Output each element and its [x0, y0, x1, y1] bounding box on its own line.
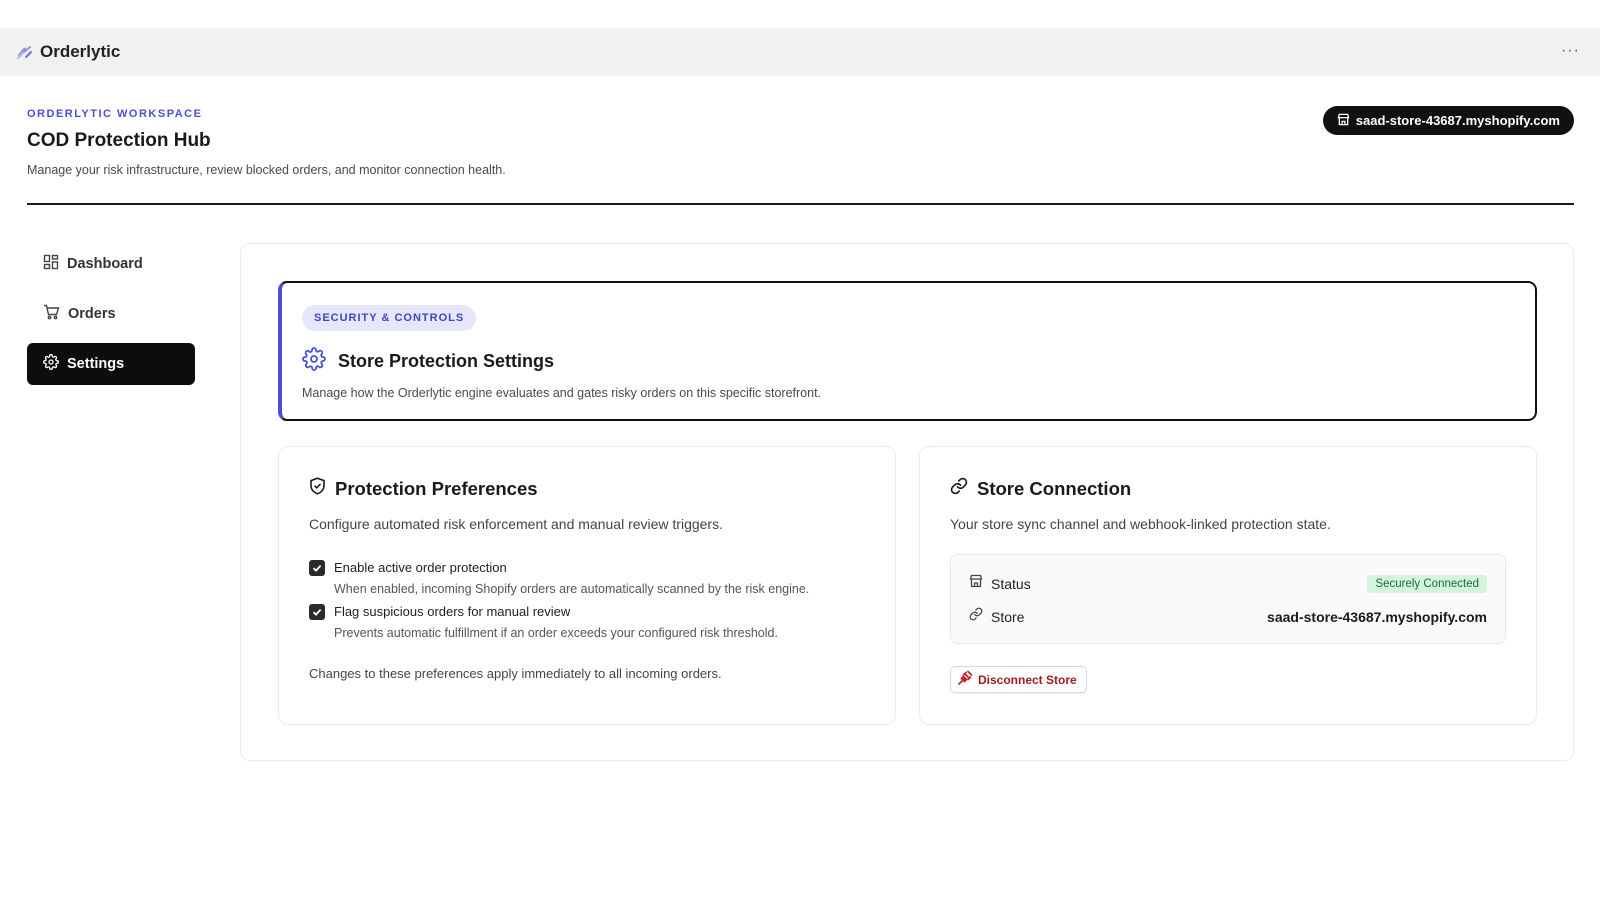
store-label: Store [991, 608, 1025, 625]
section-subtitle: Manage how the Orderlytic engine evaluat… [302, 386, 822, 400]
active-protection-checkbox[interactable] [309, 560, 325, 576]
store-connection-card: Store Connection Your store sync channel… [919, 446, 1537, 725]
disconnect-store-label: Disconnect Store [978, 672, 1077, 687]
manual-review-checkbox[interactable] [309, 604, 325, 620]
header-divider [27, 203, 1574, 205]
status-row: Status Securely Connected [969, 567, 1487, 600]
store-icon [969, 574, 983, 593]
sidebar-nav: Dashboard Orders Settings [27, 243, 195, 393]
connection-details: Status Securely Connected Store saad-sto… [950, 554, 1506, 644]
sidebar-item-label: Dashboard [67, 256, 143, 272]
dashboard-icon [43, 254, 59, 274]
card-title: Store Connection [977, 477, 1132, 499]
store-domain-pill[interactable]: saad-store-43687.myshopify.com [1322, 106, 1574, 135]
option-label: Enable active order protection [334, 560, 507, 575]
top-bar: Orderlytic ··· [0, 28, 1600, 76]
preferences-note: Changes to these preferences apply immed… [309, 666, 722, 681]
link-icon [950, 477, 968, 500]
protection-preferences-card: Protection Preferences Configure automat… [278, 446, 896, 725]
sidebar-item-settings[interactable]: Settings [27, 343, 195, 385]
unplug-icon [957, 670, 973, 689]
option-description: When enabled, incoming Shopify orders ar… [334, 582, 810, 596]
link-icon [969, 607, 983, 626]
page-header: ORDERLYTIC WORKSPACE COD Protection Hub … [27, 106, 1574, 177]
sidebar-item-dashboard[interactable]: Dashboard [27, 243, 195, 285]
option-active-protection: Enable active order protection When enab… [309, 560, 865, 596]
card-title: Protection Preferences [335, 477, 538, 499]
sidebar-item-label: Settings [67, 356, 125, 372]
status-label: Status [991, 575, 1031, 592]
sidebar-item-label: Orders [68, 306, 116, 322]
gear-icon [302, 347, 326, 376]
settings-hero: SECURITY & CONTROLS Store Protection Set… [278, 281, 1537, 421]
orderlytic-logo-icon [16, 43, 34, 61]
more-options-icon[interactable]: ··· [1561, 42, 1580, 60]
option-manual-review: Flag suspicious orders for manual review… [309, 604, 865, 640]
disconnect-store-button[interactable]: Disconnect Store [950, 666, 1087, 693]
card-subtitle: Configure automated risk enforcement and… [309, 516, 723, 532]
section-title: Store Protection Settings [338, 351, 555, 371]
shield-check-icon [309, 477, 326, 500]
status-badge: Securely Connected [1367, 574, 1487, 593]
option-description: Prevents automatic fulfillment if an ord… [334, 626, 778, 640]
card-subtitle: Your store sync channel and webhook-link… [950, 516, 1331, 532]
gear-icon [43, 354, 59, 374]
store-pill-label: saad-store-43687.myshopify.com [1355, 113, 1560, 128]
page-subtitle: Manage your risk infrastructure, review … [27, 163, 506, 177]
store-row: Store saad-store-43687.myshopify.com [969, 600, 1487, 633]
cart-icon [43, 304, 60, 324]
store-icon [1337, 113, 1350, 129]
option-label: Flag suspicious orders for manual review [334, 604, 571, 619]
store-domain-value: saad-store-43687.myshopify.com [1267, 608, 1487, 625]
app-title: Orderlytic [40, 42, 121, 61]
sidebar-item-orders[interactable]: Orders [27, 293, 195, 335]
settings-panel: SECURITY & CONTROLS Store Protection Set… [240, 243, 1574, 761]
section-badge: SECURITY & CONTROLS [302, 305, 477, 331]
